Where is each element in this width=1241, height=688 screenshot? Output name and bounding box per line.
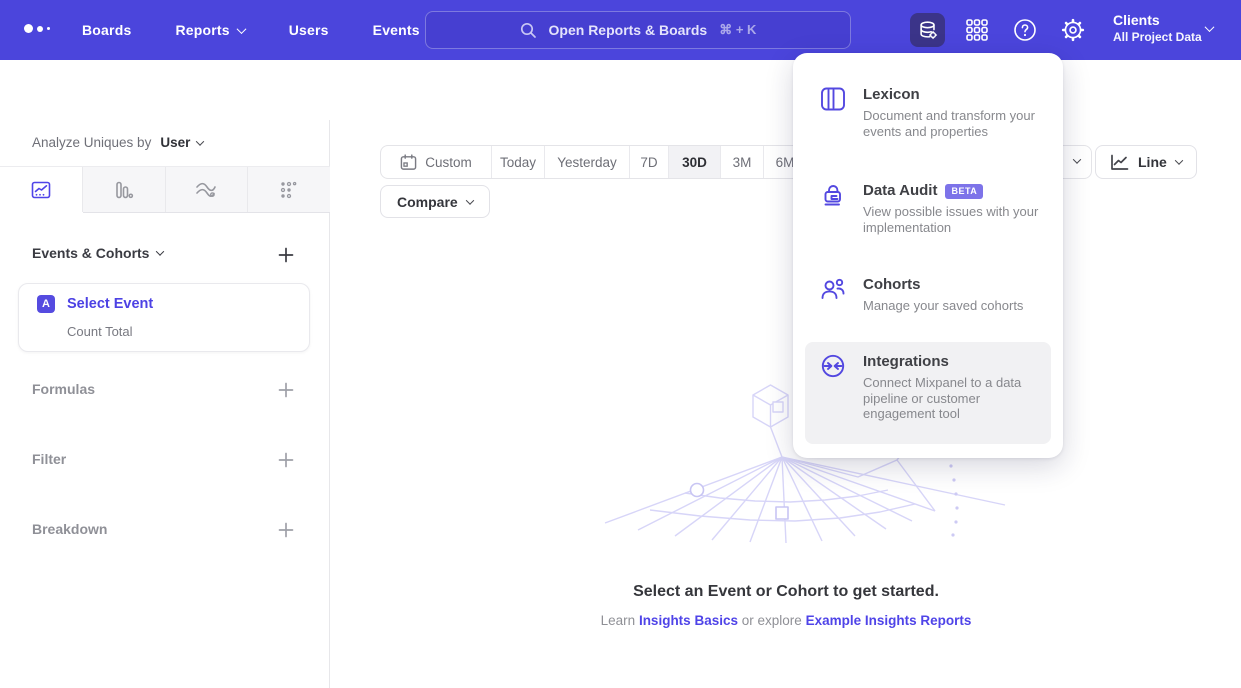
events-cohorts-header[interactable]: Events & Cohorts bbox=[32, 245, 163, 261]
line-chart-icon bbox=[31, 180, 51, 200]
date-range-more-button[interactable] bbox=[1061, 146, 1091, 178]
apps-grid-icon[interactable] bbox=[965, 18, 989, 42]
report-canvas: Custom Today Yesterday 7D 30D 3M 6M Comp… bbox=[331, 120, 1241, 688]
chevron-down-icon bbox=[465, 196, 473, 204]
learn-label: Learn bbox=[601, 613, 636, 628]
project-switcher[interactable]: Clients All Project Data bbox=[1113, 11, 1202, 45]
empty-state-heading: Select an Event or Cohort to get started… bbox=[331, 583, 1241, 601]
count-total-label[interactable]: Count Total bbox=[67, 324, 133, 339]
data-management-menu: Lexicon Document and transform your even… bbox=[793, 53, 1063, 458]
breakdown-header: Breakdown bbox=[32, 521, 107, 537]
filter-header: Filter bbox=[32, 451, 66, 467]
menu-description: View possible issues with your implement… bbox=[863, 204, 1041, 235]
menu-description: Document and transform your events and p… bbox=[863, 108, 1041, 139]
event-series-badge: A bbox=[37, 295, 55, 313]
add-breakdown-button[interactable] bbox=[278, 522, 294, 538]
date-segment-custom[interactable]: Custom bbox=[381, 146, 491, 178]
date-segment-3m[interactable]: 3M bbox=[720, 146, 763, 178]
chart-style-button[interactable]: Line bbox=[1095, 145, 1197, 179]
select-event-card[interactable]: A Select Event Count Total bbox=[18, 283, 310, 352]
menu-title: Data Audit bbox=[863, 181, 937, 201]
line-style-icon bbox=[1110, 154, 1129, 171]
data-audit-icon bbox=[820, 181, 846, 235]
menu-title: Cohorts bbox=[863, 275, 921, 295]
nav-item-reports[interactable]: Reports bbox=[175, 22, 244, 38]
search-icon bbox=[520, 22, 537, 39]
tab-line-chart[interactable] bbox=[0, 167, 83, 212]
chevron-down-icon bbox=[1175, 156, 1183, 164]
insights-basics-link[interactable]: Insights Basics bbox=[639, 613, 738, 628]
project-name: All Project Data bbox=[1113, 29, 1202, 45]
nav-item-events[interactable]: Events bbox=[373, 22, 420, 38]
global-search-input[interactable]: Open Reports & Boards ⌘ + K bbox=[425, 11, 851, 49]
query-builder-sidebar: Analyze Uniques by User bbox=[0, 120, 330, 688]
search-shortcut: ⌘ + K bbox=[719, 22, 756, 38]
data-management-button[interactable] bbox=[910, 13, 945, 47]
metric-dots-icon bbox=[279, 180, 299, 200]
chevron-down-icon bbox=[156, 247, 164, 255]
compare-button[interactable]: Compare bbox=[380, 185, 490, 218]
or-explore-label: or explore bbox=[742, 613, 802, 628]
menu-description: Connect Mixpanel to a data pipeline or c… bbox=[863, 375, 1041, 422]
settings-icon[interactable] bbox=[1061, 18, 1085, 42]
date-segment-7d[interactable]: 7D bbox=[629, 146, 668, 178]
menu-item-lexicon[interactable]: Lexicon Document and transform your even… bbox=[805, 75, 1051, 149]
add-event-button[interactable] bbox=[278, 247, 294, 263]
chevron-down-icon bbox=[1072, 155, 1080, 163]
empty-state-links: Learn Insights Basics or explore Example… bbox=[331, 613, 1241, 628]
formulas-header: Formulas bbox=[32, 381, 95, 397]
mixpanel-logo-icon[interactable] bbox=[24, 24, 50, 33]
org-name: Clients bbox=[1113, 11, 1202, 29]
integrations-sync-icon bbox=[820, 352, 846, 434]
chevron-down-icon bbox=[1205, 22, 1215, 32]
search-placeholder: Open Reports & Boards bbox=[549, 22, 708, 38]
chevron-down-icon bbox=[236, 24, 246, 34]
date-segment-today[interactable]: Today bbox=[491, 146, 544, 178]
flow-chart-icon bbox=[195, 180, 217, 200]
analyze-by-selector[interactable]: User bbox=[160, 135, 203, 150]
mixpanel-insights-app: Boards Reports Users Events Open Reports… bbox=[0, 0, 1241, 688]
date-segment-yesterday[interactable]: Yesterday bbox=[544, 146, 629, 178]
date-segment-30d[interactable]: 30D bbox=[668, 146, 720, 178]
chart-type-tabs bbox=[0, 166, 330, 213]
beta-badge: BETA bbox=[945, 184, 983, 199]
tab-flow-chart[interactable] bbox=[166, 167, 249, 212]
tab-metric-chart[interactable] bbox=[248, 167, 330, 212]
lexicon-book-icon bbox=[820, 85, 846, 139]
menu-item-integrations[interactable]: Integrations Connect Mixpanel to a data … bbox=[805, 342, 1051, 444]
tab-bar-chart[interactable] bbox=[83, 167, 166, 212]
select-event-label: Select Event bbox=[67, 296, 153, 312]
analyze-label: Analyze Uniques by bbox=[32, 135, 151, 150]
add-formula-button[interactable] bbox=[278, 382, 294, 398]
bar-chart-icon bbox=[114, 180, 134, 200]
help-icon[interactable] bbox=[1013, 18, 1037, 42]
calendar-icon bbox=[400, 154, 417, 171]
add-filter-button[interactable] bbox=[278, 452, 294, 468]
nav-item-boards[interactable]: Boards bbox=[82, 22, 131, 38]
top-navbar: Boards Reports Users Events Open Reports… bbox=[0, 0, 1241, 60]
nav-item-users[interactable]: Users bbox=[289, 22, 329, 38]
data-management-icon bbox=[917, 19, 939, 41]
primary-nav: Boards Reports Users Events bbox=[82, 0, 420, 60]
menu-item-cohorts[interactable]: Cohorts Manage your saved cohorts bbox=[805, 265, 1051, 324]
analyze-row: Analyze Uniques by User bbox=[32, 135, 203, 150]
menu-title: Lexicon bbox=[863, 85, 920, 105]
menu-item-data-audit[interactable]: Data Audit BETA View possible issues wit… bbox=[805, 171, 1051, 245]
example-reports-link[interactable]: Example Insights Reports bbox=[806, 613, 972, 628]
menu-title: Integrations bbox=[863, 352, 949, 372]
cohorts-users-icon bbox=[820, 275, 846, 314]
chevron-down-icon bbox=[196, 137, 204, 145]
menu-description: Manage your saved cohorts bbox=[863, 298, 1041, 314]
